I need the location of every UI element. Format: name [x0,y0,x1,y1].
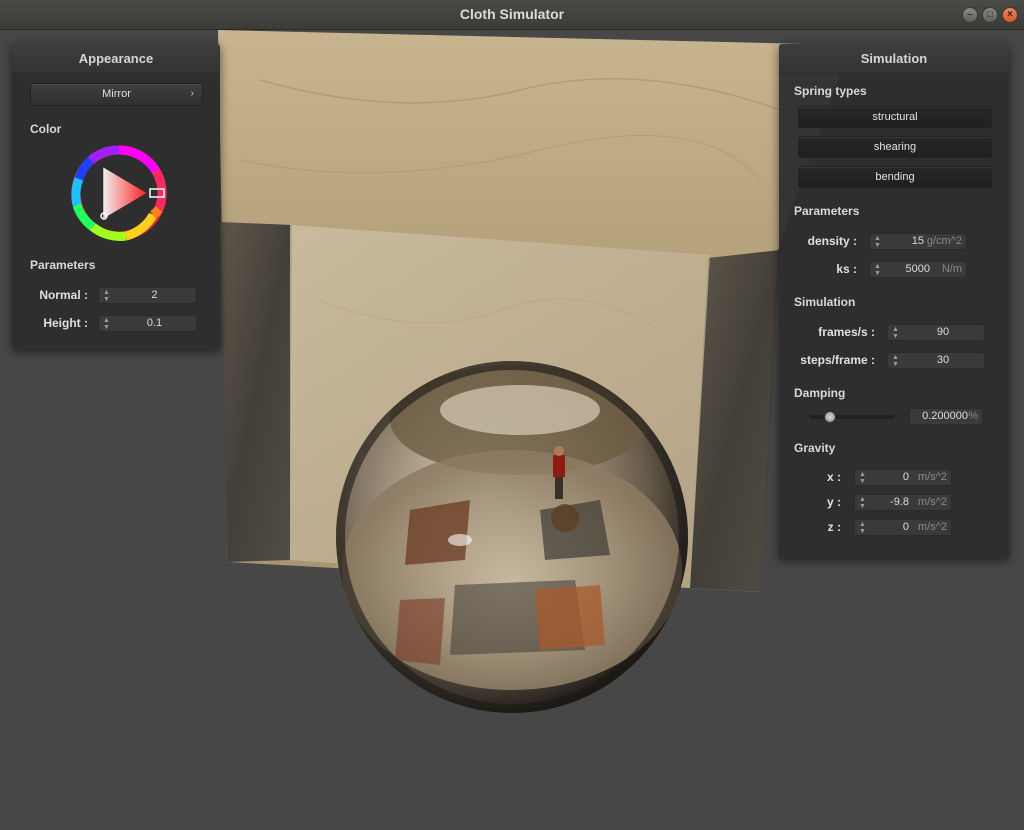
gravity-label: Gravity [794,441,836,455]
ks-label: ks : [836,262,857,276]
gravity-x-value: 0 [902,471,909,483]
steps-label: steps/frame : [800,353,875,367]
damping-value: 0.200000 [922,410,968,422]
fps-input[interactable]: ▲ ▼ 90 [887,324,985,341]
appearance-parameters-label: Parameters [30,258,96,272]
sim-parameters-label: Parameters [794,204,860,218]
damping-slider-knob[interactable] [823,411,836,423]
density-unit: g/cm^2 [926,235,962,247]
normal-value: 2 [151,289,158,301]
damping-slider-track[interactable] [809,415,895,419]
height-input[interactable]: ▲ ▼ 0.1 [98,315,197,332]
gravity-z-unit: m/s^2 [918,521,947,533]
steps-input[interactable]: ▲ ▼ 30 [887,352,985,369]
chevron-right-icon: › [190,88,194,99]
spinner-icon[interactable]: ▲ ▼ [859,495,867,510]
gravity-y-value: -9.8 [890,496,909,508]
spinner-icon[interactable]: ▲ ▼ [874,234,882,249]
simulation-panel: Simulation Spring types structural shear… [779,44,1009,559]
ks-value: 5000 [905,263,930,275]
color-wheel[interactable] [71,145,167,241]
normal-label: Normal : [39,288,88,302]
spinner-icon[interactable]: ▲ ▼ [892,325,900,340]
gravity-y-label: y : [826,495,841,509]
appearance-panel: Appearance Mirror › Color Parameters Nor… [12,44,220,350]
spring-types-label: Spring types [794,84,867,98]
spinner-icon[interactable]: ▲ ▼ [859,520,867,535]
simulation-panel-title: Simulation [779,44,1009,74]
shader-dropdown[interactable]: Mirror › [30,83,203,106]
appearance-panel-title: Appearance [12,44,220,74]
fps-label: frames/s : [818,325,875,339]
gravity-z-label: z : [827,520,841,534]
gravity-x-unit: m/s^2 [918,471,947,483]
damping-input[interactable]: 0.200000 % [909,408,983,425]
damping-unit: % [968,410,978,422]
gravity-x-label: x : [826,470,841,484]
window-titlebar: Cloth Simulator – □ × [0,0,1024,30]
mirror-sphere [336,361,688,713]
bending-button[interactable]: bending [798,166,992,188]
damping-label: Damping [794,386,846,400]
height-value: 0.1 [146,317,163,329]
structural-button[interactable]: structural [798,106,992,128]
normal-input[interactable]: ▲ ▼ 2 [98,287,197,304]
spinner-icon[interactable]: ▲ ▼ [103,316,111,331]
gravity-z-value: 0 [902,521,909,533]
gravity-x-input[interactable]: ▲ ▼ 0 m/s^2 [854,469,952,486]
close-button[interactable]: × [1002,7,1018,23]
spinner-icon[interactable]: ▲ ▼ [859,470,867,485]
gravity-y-input[interactable]: ▲ ▼ -9.8 m/s^2 [854,494,952,511]
spinner-icon[interactable]: ▲ ▼ [103,288,111,303]
simulation-section-label: Simulation [794,295,856,309]
minimize-button[interactable]: – [962,7,978,23]
spinner-icon[interactable]: ▲ ▼ [892,353,900,368]
gravity-y-unit: m/s^2 [918,496,947,508]
density-input[interactable]: ▲ ▼ 15 g/cm^2 [869,233,967,250]
spinner-icon[interactable]: ▲ ▼ [874,262,882,277]
fps-value: 90 [936,326,950,338]
height-label: Height : [43,316,88,330]
window-title: Cloth Simulator [459,6,565,22]
ks-unit: N/m [941,263,962,275]
shearing-button[interactable]: shearing [798,136,992,158]
color-section-label: Color [30,122,62,136]
density-value: 15 [911,235,924,247]
gravity-z-input[interactable]: ▲ ▼ 0 m/s^2 [854,519,952,536]
maximize-button[interactable]: □ [982,7,998,23]
density-label: density : [807,234,857,248]
shader-dropdown-label: Mirror [102,88,131,100]
ks-input[interactable]: ▲ ▼ 5000 N/m [869,261,967,278]
steps-value: 30 [936,354,950,366]
